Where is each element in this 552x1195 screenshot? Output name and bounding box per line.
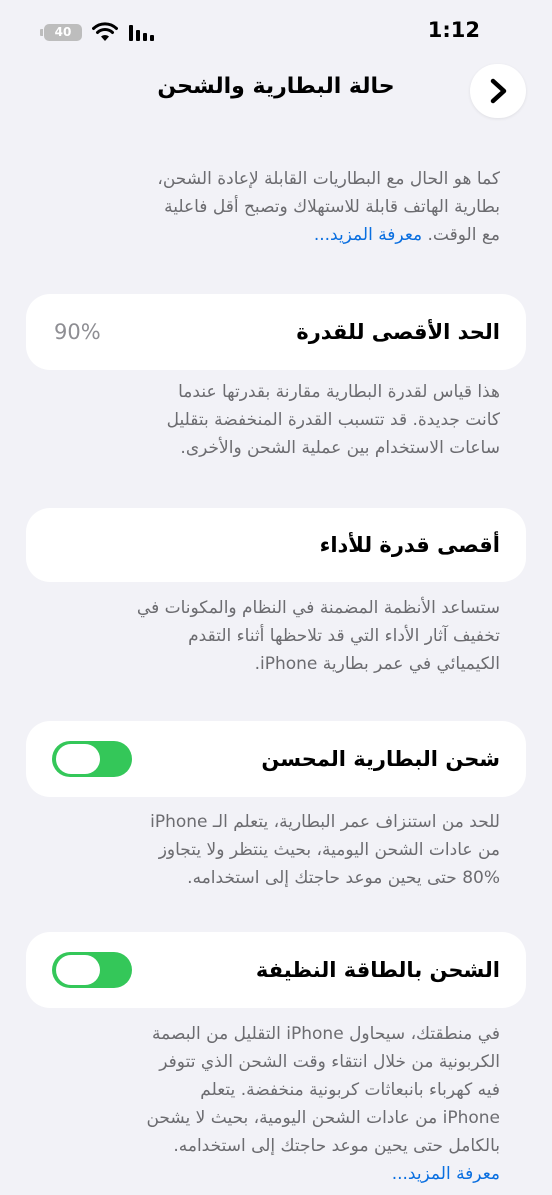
clean-energy-charging-label: الشحن بالطاقة النظيفة [255, 958, 500, 982]
optimized-charging-cell: شحن البطارية المحسن [26, 721, 526, 797]
footer-line: تخفيف آثار الأداء التي قد تلاحظها أثناء … [188, 626, 500, 646]
maximum-capacity-footer: هذا قياس لقدرة البطارية مقارنة بقدرتها ع… [50, 378, 500, 462]
intro-line: مع الوقت. معرفة المزيد... [50, 221, 500, 249]
maximum-capacity-cell[interactable]: الحد الأقصى للقدرة 90% [26, 294, 526, 370]
toggle-knob [56, 744, 100, 774]
signal-icon [128, 24, 156, 46]
status-time: 1:12 [427, 18, 480, 42]
clean-energy-charging-footer: في منطقتك، سيحاول iPhone التقليل من البص… [50, 1020, 500, 1188]
footer-line: iPhone من عادات الشحن اليومية، بحيث لا ي… [146, 1108, 500, 1128]
clean-energy-charging-cell: الشحن بالطاقة النظيفة [26, 932, 526, 1008]
intro-last-text: مع الوقت. [427, 225, 500, 245]
optimized-charging-footer: للحد من استنزاف عمر البطارية، يتعلم الـ … [50, 808, 500, 892]
battery-level: 40 [54, 25, 72, 39]
footer-line: بالكامل حتى يحين موعد حاجتك إلى استخدامه… [173, 1136, 500, 1156]
learn-more-link[interactable]: معرفة المزيد... [314, 225, 422, 245]
intro-text: كما هو الحال مع البطاريات القابلة لإعادة… [50, 165, 500, 249]
wifi-icon [92, 22, 118, 46]
intro-line: كما هو الحال مع البطاريات القابلة لإعادة… [157, 169, 500, 189]
battery-icon: 40 [40, 24, 82, 41]
page-title: حالة البطارية والشحن [157, 74, 395, 99]
footer-line: الكيميائي في عمر بطارية iPhone. [254, 654, 500, 674]
footer-line: 80% حتى يحين موعد حاجتك إلى استخدامه. [187, 868, 500, 888]
footer-line: فيه كهرباء بانبعاثات كربونية منخفضة. يتع… [200, 1080, 500, 1100]
clean-energy-charging-toggle[interactable] [52, 952, 132, 988]
footer-line: الكربونية من خلال انتقاء وقت الشحن الذي … [159, 1052, 500, 1072]
footer-line: في منطقتك، سيحاول iPhone التقليل من البص… [152, 1024, 500, 1044]
footer-line: من عادات الشحن اليومية، بحيث ينتظر ولا ي… [158, 840, 500, 860]
peak-performance-label: أقصى قدرة للأداء [319, 533, 500, 557]
status-bar: 40 1:12 [0, 0, 552, 64]
footer-line: ساعات الاستخدام بين عملية الشحن والأخرى. [180, 438, 500, 458]
footer-line: هذا قياس لقدرة البطارية مقارنة بقدرتها ع… [178, 382, 500, 402]
peak-performance-footer: ستساعد الأنظمة المضمنة في النظام والمكون… [50, 594, 500, 678]
learn-more-link[interactable]: معرفة المزيد... [50, 1160, 500, 1188]
peak-performance-cell: أقصى قدرة للأداء [26, 508, 526, 582]
maximum-capacity-label: الحد الأقصى للقدرة [296, 320, 500, 344]
nav-bar: حالة البطارية والشحن [0, 62, 552, 118]
footer-line: ستساعد الأنظمة المضمنة في النظام والمكون… [136, 598, 500, 618]
chevron-icon [490, 78, 507, 104]
back-button[interactable] [470, 64, 526, 118]
intro-line: بطارية الهاتف قابلة للاستهلاك وتصبح أقل … [164, 197, 500, 217]
maximum-capacity-value: 90% [54, 320, 101, 344]
optimized-charging-label: شحن البطارية المحسن [261, 747, 500, 771]
footer-line: للحد من استنزاف عمر البطارية، يتعلم الـ … [150, 812, 500, 832]
footer-line: كانت جديدة. قد تتسبب القدرة المنخفضة بتق… [166, 410, 500, 430]
optimized-charging-toggle[interactable] [52, 741, 132, 777]
toggle-knob [56, 955, 100, 985]
